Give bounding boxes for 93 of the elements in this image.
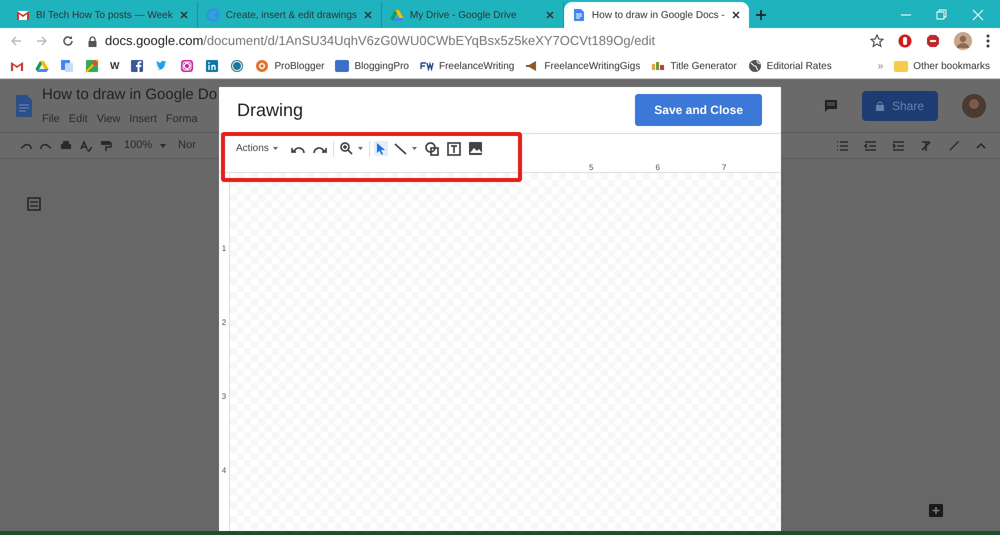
ruler-number: 4 xyxy=(222,465,226,477)
dialog-title: Drawing xyxy=(237,98,304,122)
overflow-chevron[interactable]: » xyxy=(878,58,884,74)
caret-icon xyxy=(272,147,278,150)
outline-icon[interactable] xyxy=(27,197,41,211)
ruler-number: 6 xyxy=(655,163,660,172)
extension-icon[interactable] xyxy=(898,34,912,48)
bookmark-gmail-envelope-icon[interactable] xyxy=(10,59,24,73)
menu-item[interactable]: File xyxy=(42,110,60,127)
bulleted-list-icon[interactable] xyxy=(836,140,848,150)
tool-button[interactable] xyxy=(338,141,365,156)
bookmark[interactable]: Editorial Rates xyxy=(748,58,832,74)
caret-icon xyxy=(412,147,417,150)
save-and-close-button[interactable]: Save and Close xyxy=(635,94,762,126)
share-button[interactable]: Share xyxy=(862,90,938,120)
increase-indent-icon[interactable] xyxy=(892,140,904,150)
colored-bars-icon xyxy=(651,59,666,73)
menu-item[interactable]: View xyxy=(96,110,120,127)
document-icon[interactable] xyxy=(16,94,32,116)
restore-icon[interactable] xyxy=(936,9,948,21)
style-select[interactable]: Nor xyxy=(178,137,196,154)
caret-icon[interactable] xyxy=(160,144,166,148)
bookmark-wordpress-icon[interactable] xyxy=(230,59,244,73)
ruler-number: 1 xyxy=(222,243,226,255)
new-tab-icon[interactable] xyxy=(754,9,767,21)
ruler-number: 5 xyxy=(589,163,594,172)
tab-title: How to draw in Google Docs - xyxy=(592,8,725,22)
spellcheck-icon[interactable] xyxy=(80,140,92,152)
collapse-caret-icon[interactable] xyxy=(976,142,986,148)
clear-formatting-icon[interactable] xyxy=(920,140,932,152)
print-icon[interactable] xyxy=(60,140,72,152)
ruler-number: 2 xyxy=(222,317,226,329)
lock-icon xyxy=(876,100,884,110)
tool-button[interactable] xyxy=(392,142,419,156)
bookmark-facebook-icon[interactable] xyxy=(130,59,144,73)
bookmark[interactable]: Title Generator xyxy=(651,58,737,74)
lock-icon xyxy=(88,36,97,46)
zoom-select[interactable]: 100% xyxy=(124,137,152,154)
stop-sign-icon[interactable] xyxy=(926,34,940,48)
add-comment-icon[interactable] xyxy=(928,503,944,519)
document-icon xyxy=(572,8,586,22)
undo-icon[interactable] xyxy=(20,140,32,150)
gmail-envelope-icon xyxy=(16,8,30,22)
close-icon[interactable] xyxy=(730,10,741,20)
reload-icon[interactable] xyxy=(62,35,74,47)
comment-icon[interactable] xyxy=(824,98,838,112)
avatar-icon[interactable] xyxy=(954,32,972,50)
tool-button[interactable] xyxy=(422,140,441,156)
line-icon xyxy=(394,142,407,154)
avatar-icon[interactable] xyxy=(962,94,986,118)
drive-triangle-icon xyxy=(390,8,404,22)
pointer-icon xyxy=(376,142,386,155)
browser-tab[interactable]: How to draw in Google Docs - xyxy=(564,2,749,28)
bookmark[interactable]: FreelanceWritingGigs xyxy=(525,58,640,74)
bookmark-map-pin-icon[interactable] xyxy=(85,59,99,73)
bookmark-linkedin-icon[interactable] xyxy=(205,59,220,73)
ruler-number: 3 xyxy=(222,391,226,403)
square-logo-icon xyxy=(335,59,350,73)
bookmark-camera-icon[interactable] xyxy=(180,59,194,73)
bookmark[interactable]: BloggingPro xyxy=(335,58,409,74)
menu-item[interactable]: Insert xyxy=(129,110,157,127)
globe-icon xyxy=(748,59,762,73)
bookmark[interactable]: ProBlogger xyxy=(255,58,324,74)
star-icon[interactable] xyxy=(870,34,884,48)
shape-icon xyxy=(424,142,439,156)
target-icon xyxy=(255,59,270,73)
tool-button[interactable] xyxy=(444,140,463,156)
bookmark-translate-icon[interactable] xyxy=(60,59,74,73)
bookmark-folder[interactable]: Other bookmarks xyxy=(894,58,990,74)
zoom-icon xyxy=(340,142,353,155)
bookmark[interactable]: FreelanceWriting xyxy=(420,58,514,74)
menu-item[interactable]: Forma xyxy=(166,110,198,127)
redo-icon[interactable] xyxy=(40,140,52,150)
tab-title: My Drive - Google Drive xyxy=(410,8,518,22)
actions-menu[interactable]: Actions xyxy=(235,140,279,157)
pencil-icon[interactable] xyxy=(948,140,960,152)
text-box-icon xyxy=(446,142,461,156)
tool-button[interactable] xyxy=(466,141,484,156)
bookmark[interactable]: W xyxy=(110,58,120,74)
folder-icon xyxy=(894,60,908,72)
tab-title: Create, insert & edit drawings xyxy=(226,8,357,22)
tool-button[interactable] xyxy=(374,141,388,156)
bookmark-drive-triangle-icon[interactable] xyxy=(35,59,49,73)
decrease-indent-icon[interactable] xyxy=(864,140,876,150)
ruler-number: 7 xyxy=(722,163,726,172)
image-icon xyxy=(468,142,482,155)
google-g-icon xyxy=(206,8,220,22)
paint-format-icon[interactable] xyxy=(100,140,112,152)
document-title[interactable]: How to draw in Google Do xyxy=(42,84,218,106)
tab-title: BI Tech How To posts — Week xyxy=(36,8,173,22)
menu-dots-icon[interactable] xyxy=(986,34,990,48)
menu-item[interactable]: Edit xyxy=(68,110,88,127)
caret-icon xyxy=(358,147,363,150)
